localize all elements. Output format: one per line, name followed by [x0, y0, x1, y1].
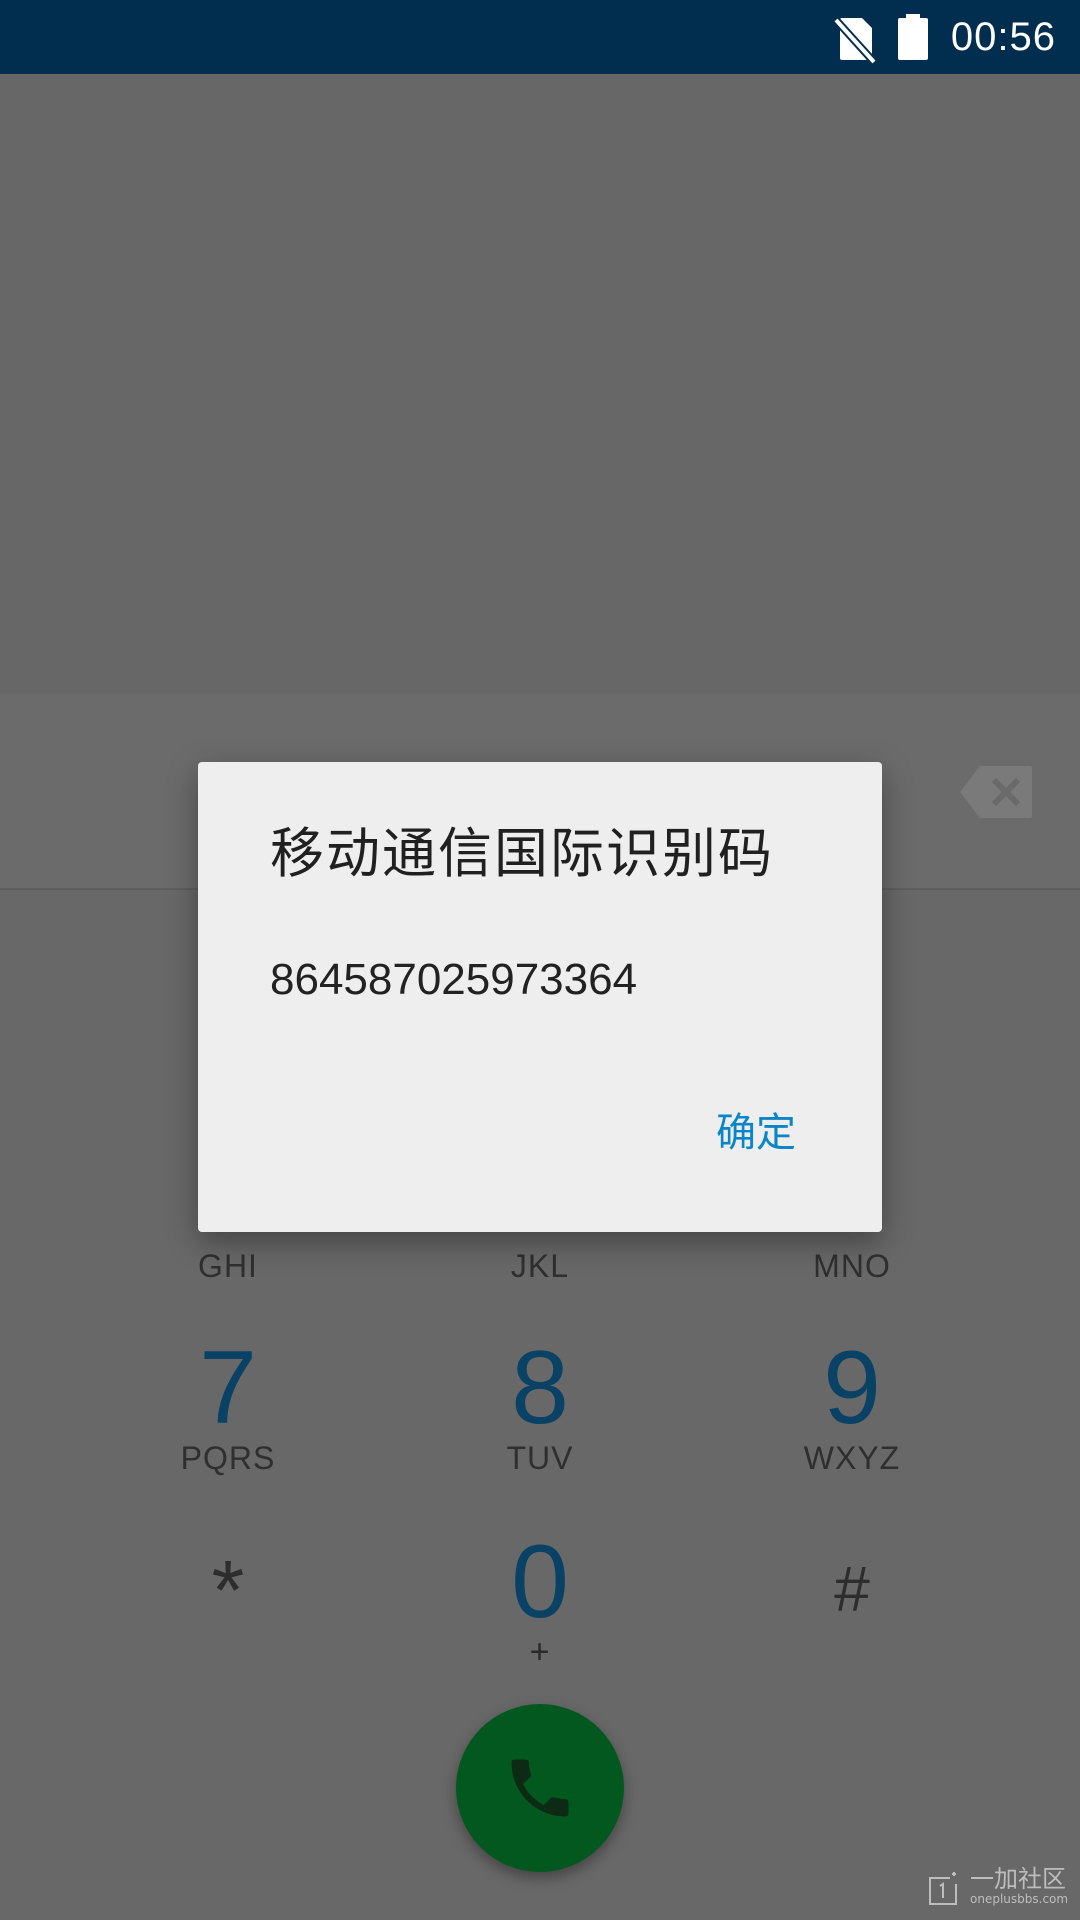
call-button[interactable]	[456, 1704, 624, 1872]
status-bar: 00:56	[0, 0, 1080, 74]
dialpad-key-pound[interactable]: #	[732, 1554, 972, 1624]
oneplus-logo-icon	[929, 1872, 957, 1905]
dialpad-key-letters: WXYZ	[803, 1440, 901, 1476]
imei-dialog: 移动通信国际识别码 864587025973364 确定	[198, 762, 882, 1232]
watermark: 一加社区 oneplusbbs.com	[926, 1865, 1069, 1910]
battery-icon	[898, 14, 928, 60]
dialpad-key-6-letters[interactable]: MNO	[732, 1248, 972, 1285]
dialpad-key-5-letters[interactable]: JKL	[420, 1248, 660, 1285]
dialpad-key-star[interactable]: *	[108, 1548, 348, 1632]
dialer-empty-area	[0, 74, 1080, 694]
dialpad-key-letters: +	[529, 1633, 551, 1671]
status-time: 00:56	[950, 15, 1056, 59]
phone-icon	[511, 1759, 569, 1817]
dialog-title: 移动通信国际识别码	[270, 822, 774, 885]
watermark-text-cn: 一加社区	[970, 1865, 1066, 1893]
no-sim-icon	[833, 17, 877, 64]
dialpad-key-digit: 9	[823, 1330, 881, 1446]
dialpad-key-0[interactable]: 0 +	[420, 1530, 660, 1670]
dialpad-key-8[interactable]: 8 TUV	[420, 1336, 660, 1476]
dialpad-key-digit: 0	[511, 1524, 569, 1640]
dialpad-key-digit: 7	[199, 1330, 257, 1446]
backspace-icon[interactable]	[958, 764, 1034, 820]
dialpad-key-letters: TUV	[506, 1440, 574, 1476]
dialpad-key-digit: 8	[511, 1330, 569, 1446]
imei-value: 864587025973364	[270, 955, 638, 1004]
dialpad-key-9[interactable]: 9 WXYZ	[732, 1336, 972, 1476]
watermark-text-en: oneplusbbs.com	[970, 1892, 1069, 1906]
dialpad-key-letters: PQRS	[180, 1440, 276, 1476]
dialpad-key-7[interactable]: 7 PQRS	[108, 1336, 348, 1476]
dialpad-key-4-letters[interactable]: GHI	[108, 1248, 348, 1285]
ok-button[interactable]: 确定	[716, 1108, 796, 1158]
